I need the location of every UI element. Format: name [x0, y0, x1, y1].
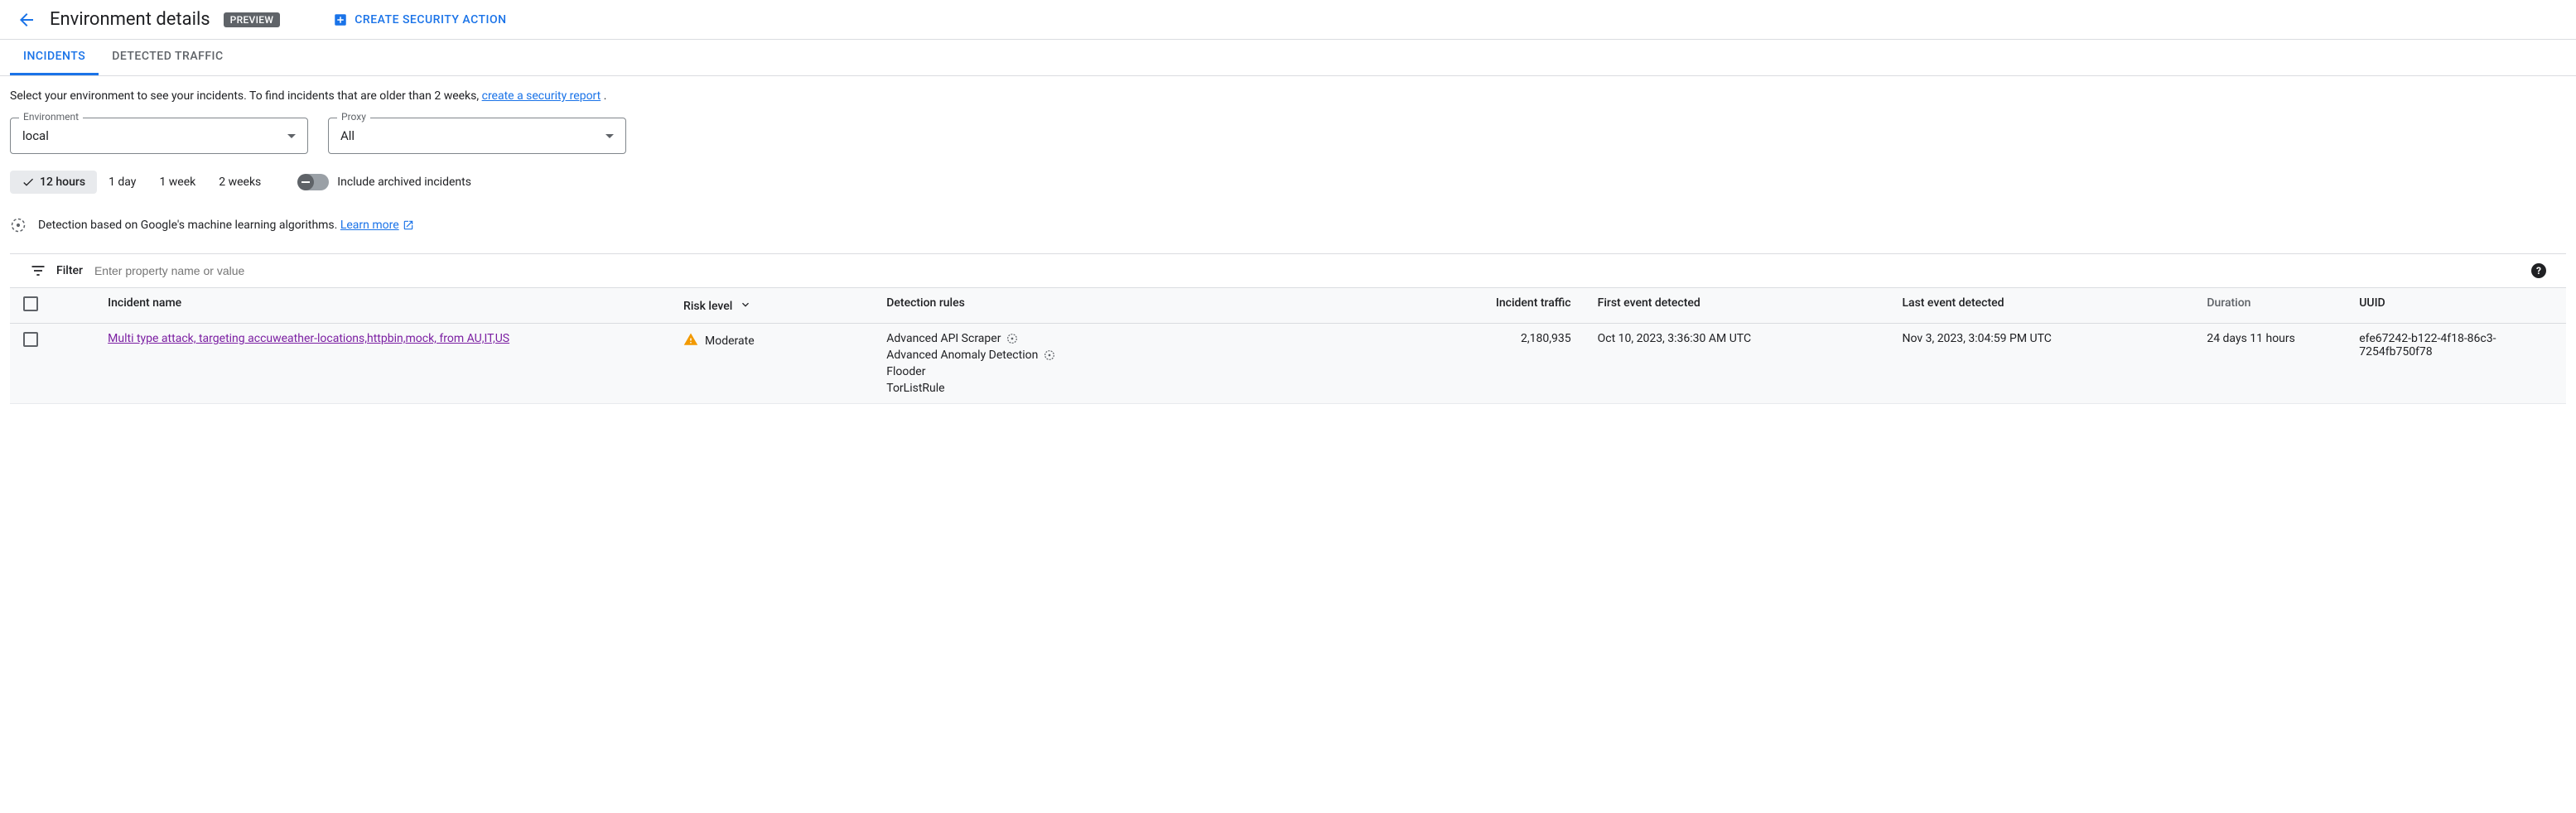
include-archived-label: Include archived incidents [337, 176, 471, 189]
col-first-event[interactable]: First event detected [1585, 288, 1889, 324]
environment-label: Environment [19, 111, 83, 123]
timerange-2-weeks[interactable]: 2 weeks [207, 171, 273, 194]
row-checkbox[interactable] [23, 332, 38, 347]
table-row: Multi type attack, targeting accuweather… [10, 324, 2566, 404]
timerange-12h-label: 12 hours [40, 176, 85, 189]
filter-label: Filter [56, 264, 83, 277]
environment-value: local [22, 128, 287, 143]
chevron-down-icon [287, 134, 296, 138]
intro-before: Select your environment to see your inci… [10, 89, 482, 103]
incident-name-link[interactable]: Multi type attack, targeting accuweather… [108, 332, 509, 345]
first-event-value: Oct 10, 2023, 3:36:30 AM UTC [1585, 324, 1889, 404]
timerange-1-week[interactable]: 1 week [147, 171, 207, 194]
rule-name: Flooder [886, 365, 925, 378]
ml-detection-icon [1043, 349, 1056, 362]
rule-name: Advanced Anomaly Detection [886, 349, 1038, 362]
timerange-12-hours[interactable]: 12 hours [10, 171, 97, 194]
proxy-select[interactable]: Proxy All [328, 118, 626, 154]
toggle-knob [297, 174, 314, 190]
col-incident-traffic[interactable]: Incident traffic [1330, 288, 1585, 324]
col-detection-rules[interactable]: Detection rules [873, 288, 1330, 324]
detection-rules-list: Advanced API Scraper Advanced Anomaly De… [886, 332, 1317, 395]
check-icon [22, 176, 35, 189]
proxy-value: All [340, 128, 605, 143]
back-arrow-icon[interactable] [17, 10, 36, 30]
learn-more-link[interactable]: Learn more [340, 219, 414, 232]
col-risk-level[interactable]: Risk level [670, 288, 873, 324]
chevron-down-icon [605, 134, 614, 138]
risk-value: Moderate [705, 334, 755, 348]
intro-text: Select your environment to see your inci… [10, 89, 2566, 103]
tab-detected-traffic[interactable]: DETECTED TRAFFIC [99, 40, 236, 75]
incident-traffic-value: 2,180,935 [1330, 324, 1585, 404]
col-duration[interactable]: Duration [2193, 288, 2346, 324]
environment-select[interactable]: Environment local [10, 118, 308, 154]
warning-triangle-icon [683, 332, 698, 350]
create-action-label: CREATE SECURITY ACTION [355, 13, 506, 26]
include-archived-toggle[interactable] [299, 174, 329, 190]
ml-detection-icon [10, 217, 27, 233]
col-risk-label: Risk level [683, 300, 732, 313]
filter-icon [30, 262, 46, 279]
col-last-event[interactable]: Last event detected [1889, 288, 2193, 324]
external-link-icon [403, 219, 414, 231]
preview-badge: PREVIEW [224, 12, 281, 27]
ml-detection-icon [1006, 332, 1019, 345]
add-box-icon [333, 12, 348, 27]
help-icon[interactable]: ? [2531, 263, 2546, 278]
duration-value: 24 days 11 hours [2193, 324, 2346, 404]
intro-after: . [601, 89, 606, 103]
col-uuid[interactable]: UUID [2346, 288, 2566, 324]
page-title: Environment details [50, 9, 210, 30]
select-all-checkbox[interactable] [23, 296, 38, 311]
learn-more-label: Learn more [340, 219, 399, 232]
last-event-value: Nov 3, 2023, 3:04:59 PM UTC [1889, 324, 2193, 404]
proxy-label: Proxy [337, 111, 370, 123]
create-security-report-link[interactable]: create a security report [482, 89, 601, 103]
col-incident-name[interactable]: Incident name [94, 288, 670, 324]
tab-incidents[interactable]: INCIDENTS [10, 40, 99, 75]
rule-name: Advanced API Scraper [886, 332, 1001, 345]
uuid-value: efe67242-b122-4f18-86c3-7254fb750f78 [2346, 324, 2566, 404]
filter-input[interactable] [93, 263, 2521, 278]
rule-name: TorListRule [886, 382, 944, 395]
timerange-1-day[interactable]: 1 day [97, 171, 147, 194]
sort-arrow-down-icon [739, 296, 752, 310]
detection-text: Detection based on Google's machine lear… [38, 219, 414, 232]
detection-text-content: Detection based on Google's machine lear… [38, 219, 340, 232]
create-security-action-button[interactable]: CREATE SECURITY ACTION [333, 12, 506, 27]
risk-cell: Moderate [683, 332, 860, 350]
